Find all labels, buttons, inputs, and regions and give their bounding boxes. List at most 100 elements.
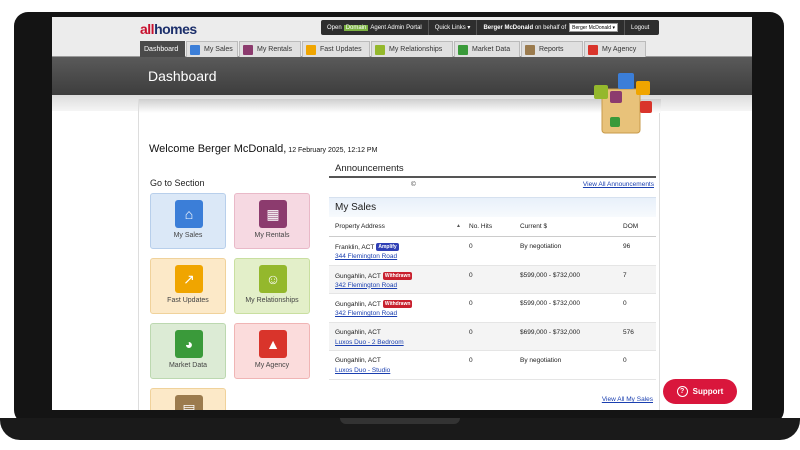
- column-header-hits[interactable]: No. Hits: [469, 223, 492, 230]
- sort-ascending-icon[interactable]: ▲: [456, 223, 461, 229]
- withdrawn-badge: Withdrawn: [382, 271, 413, 280]
- logout-label: Logout: [630, 24, 650, 31]
- tile-label: My Sales: [173, 232, 203, 239]
- tab-label: Fast Updates: [320, 46, 362, 53]
- announcements-title: Announcements: [329, 161, 656, 178]
- section-tile-my-agency[interactable]: ▲ My Agency: [234, 323, 310, 379]
- property-link[interactable]: 342 Flemington Road: [335, 310, 397, 317]
- tab-fast-updates[interactable]: Fast Updates: [302, 41, 370, 57]
- logout-link[interactable]: Logout: [625, 20, 655, 35]
- property-link[interactable]: 344 Flemington Road: [335, 253, 397, 260]
- on-behalf-label: on behalf of: [534, 24, 567, 31]
- section-tile-my-rentals[interactable]: ▦ My Rentals: [234, 193, 310, 249]
- tab-my-rentals[interactable]: My Rentals: [239, 41, 301, 57]
- tile-label: Market Data: [168, 362, 208, 369]
- people-icon: ☺: [259, 265, 287, 293]
- agent-icon: [588, 44, 598, 55]
- section-tile-fast-updates[interactable]: ↗ Fast Updates: [150, 258, 226, 314]
- house-icon: ⌂: [175, 200, 203, 228]
- tab-my-agency[interactable]: My Agency: [584, 41, 646, 57]
- go-to-section-title: Go to Section: [150, 178, 205, 188]
- property-link[interactable]: Luxos Duo - 2 Bedroom: [335, 339, 404, 346]
- price-cell: $599,000 - $732,000: [520, 271, 580, 279]
- quick-links-dropdown[interactable]: Quick Links ▾: [429, 20, 478, 35]
- suburb-cell: Gungahlin, ACT Withdrawn: [335, 300, 413, 308]
- pie-chart-icon: [458, 44, 468, 55]
- section-tile-my-relationships[interactable]: ☺ My Relationships: [234, 258, 310, 314]
- suburb-text: Gungahlin, ACT: [335, 357, 381, 364]
- price-cell: By negotiation: [520, 357, 562, 364]
- behalf-select[interactable]: Berger McDonald ▾: [569, 23, 618, 32]
- laptop-base: [0, 418, 800, 440]
- dom-cell: 0: [623, 300, 627, 307]
- hits-cell: 0: [469, 357, 473, 364]
- dom-cell: 576: [623, 328, 634, 336]
- domain-label: Domain: [343, 24, 369, 31]
- dashboard-illustration: [594, 73, 652, 134]
- tab-my-sales[interactable]: My Sales: [186, 41, 238, 57]
- price-cell: By negotiation: [520, 243, 562, 250]
- tab-reports[interactable]: Reports: [521, 41, 583, 57]
- tab-market-data[interactable]: Market Data: [454, 41, 520, 57]
- support-button[interactable]: ? Support: [663, 379, 737, 404]
- building-icon: [610, 91, 622, 103]
- question-icon: ?: [676, 386, 688, 397]
- property-link[interactable]: 342 Flemington Road: [335, 282, 397, 289]
- suburb-cell: Gungahlin, ACT Withdrawn: [335, 271, 413, 280]
- property-link[interactable]: Luxos Duo - Studio: [335, 367, 390, 374]
- tab-label: Reports: [539, 46, 564, 53]
- hits-cell: 0: [469, 300, 473, 307]
- welcome-date: 12 February 2025, 12:12 PM: [286, 147, 378, 154]
- tab-label: Dashboard: [144, 46, 179, 53]
- allhomes-logo[interactable]: allhomes: [140, 21, 197, 37]
- view-all-announcements-link[interactable]: View All Announcements: [583, 181, 654, 188]
- tab-my-relationships[interactable]: My Relationships: [371, 41, 453, 57]
- user-name: Berger McDonald: [483, 24, 534, 31]
- copyright-text: ©: [411, 181, 416, 188]
- house-icon: [190, 44, 200, 55]
- arrow-up-icon: [636, 81, 650, 95]
- price-cell: $699,000 - $732,000: [520, 328, 580, 336]
- open-domain-portal-link[interactable]: Open Domain Agent Admin Portal: [321, 20, 429, 35]
- logo-part-homes: homes: [154, 21, 197, 37]
- suburb-cell: Franklin, ACT Amplify: [335, 243, 399, 251]
- column-header-address[interactable]: Property Address: [335, 223, 385, 230]
- view-all-my-sales-link[interactable]: View All My Sales: [602, 396, 653, 403]
- table-row: Franklin, ACT Amplify 344 Flemington Road…: [329, 237, 656, 266]
- hits-cell: 0: [469, 328, 473, 336]
- suburb-text: Gungahlin, ACT: [335, 272, 381, 280]
- pie-chart-icon: [610, 117, 620, 127]
- suburb-text: Gungahlin, ACT: [335, 328, 381, 336]
- table-row: Gungahlin, ACT Withdrawn 342 Flemington R…: [329, 294, 656, 323]
- arrow-up-icon: ↗: [175, 265, 203, 293]
- amplify-badge: Amplify: [376, 243, 399, 251]
- agent-icon: ▲: [259, 330, 287, 358]
- tab-label: My Sales: [204, 46, 233, 53]
- behalf-select-value: Berger McDonald: [572, 25, 612, 31]
- hits-cell: 0: [469, 243, 473, 250]
- dom-cell: 96: [623, 243, 631, 250]
- section-tile-my-sales[interactable]: ⌂ My Sales: [150, 193, 226, 249]
- logo-part-all: all: [140, 21, 155, 37]
- people-icon: [594, 85, 608, 99]
- tab-label: Market Data: [472, 46, 511, 53]
- user-behalf-section: Berger McDonald on behalf of Berger McDo…: [477, 20, 625, 35]
- tile-label: My Relationships: [245, 297, 299, 304]
- column-header-current-price[interactable]: Current $: [520, 223, 547, 230]
- main-panel: Welcome Berger McDonald, 12 February 202…: [138, 99, 661, 410]
- column-header-dom[interactable]: DOM: [623, 223, 638, 230]
- withdrawn-badge: Withdrawn: [382, 300, 413, 308]
- suburb-text: Gungahlin, ACT: [335, 301, 381, 308]
- browser-screen: allhomes Open Domain Agent Admin Portal …: [52, 17, 752, 410]
- section-tile-reports[interactable]: ▤: [150, 388, 226, 410]
- pie-chart-icon: ◕: [175, 330, 203, 358]
- table-row: Gungahlin, ACT Luxos Duo - 2 Bedroom 0 $…: [329, 322, 656, 351]
- people-icon: [375, 44, 385, 55]
- quick-links-label: Quick Links ▾: [434, 25, 471, 31]
- dom-cell: 7: [623, 271, 627, 279]
- section-tile-market-data[interactable]: ◕ Market Data: [150, 323, 226, 379]
- dom-cell: 0: [623, 357, 627, 364]
- table-header-row: Property Address ▲ No. Hits Current $ DO…: [329, 217, 656, 237]
- open-label: Open: [327, 24, 342, 31]
- tab-dashboard[interactable]: Dashboard: [140, 41, 185, 57]
